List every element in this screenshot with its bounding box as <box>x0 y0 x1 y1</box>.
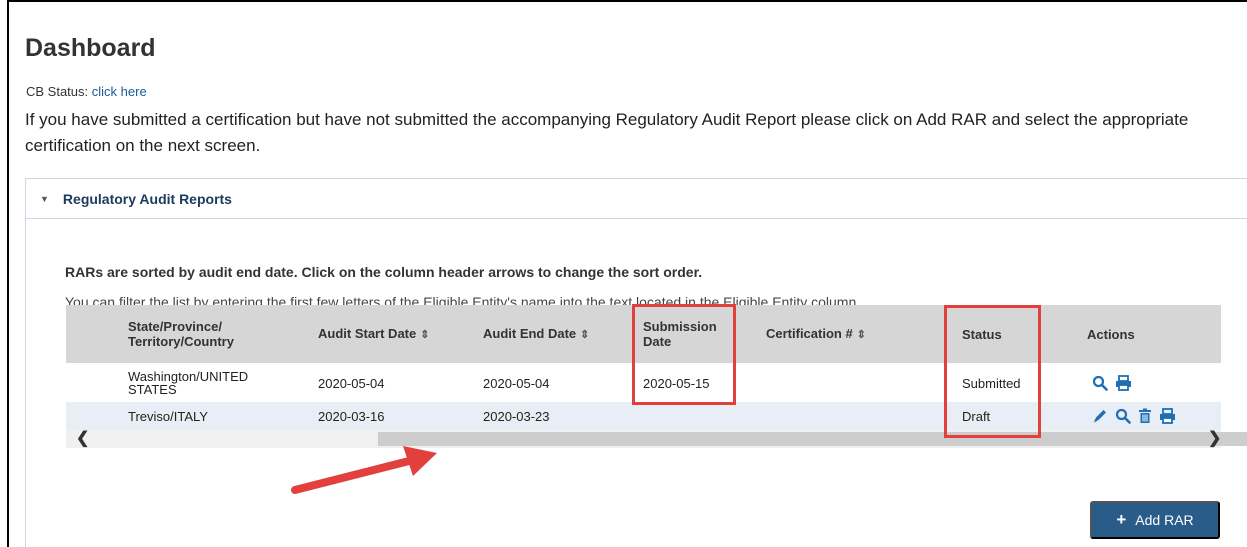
view-icon[interactable] <box>1092 375 1108 391</box>
plus-icon: + <box>1116 510 1127 529</box>
column-header-status[interactable]: Status <box>962 327 1002 342</box>
delete-icon[interactable] <box>1138 408 1152 424</box>
column-header-actions-label: Actions <box>1087 326 1135 342</box>
sort-icon[interactable]: ⇕ <box>420 329 429 341</box>
cell-audit-end: 2020-03-23 <box>483 409 550 424</box>
cb-status-label: CB Status: <box>26 84 89 99</box>
column-header-audit-end[interactable]: Audit End Date ⇕ <box>483 326 589 343</box>
column-header-audit-start[interactable]: Audit Start Date ⇕ <box>318 326 429 343</box>
regulatory-audit-reports-panel: ▼ Regulatory Audit Reports RARs are sort… <box>25 178 1247 547</box>
cell-status: Submitted <box>962 376 1021 391</box>
rar-table: State/Province/ Territory/Country Audit … <box>66 305 1247 448</box>
sort-icon[interactable]: ⇕ <box>580 329 589 341</box>
column-header-audit-end-label: Audit End Date <box>483 325 577 341</box>
column-header-submission-line2: Date <box>643 334 672 349</box>
scrollbar-thumb[interactable] <box>378 432 1247 446</box>
annotation-arrow-icon <box>291 446 437 494</box>
column-header-certification[interactable]: Certification # ⇕ <box>766 326 866 343</box>
column-header-location[interactable]: State/Province/ Territory/Country <box>128 319 234 349</box>
sort-icon[interactable]: ⇕ <box>857 329 866 341</box>
table-row: Washington/UNITED STATES 2020-05-04 2020… <box>66 363 1221 402</box>
cell-audit-start: 2020-03-16 <box>318 409 385 424</box>
cell-status: Draft <box>962 409 991 424</box>
cell-audit-end: 2020-05-04 <box>483 376 550 391</box>
column-header-certification-label: Certification # <box>766 325 853 341</box>
edit-icon[interactable] <box>1092 408 1108 424</box>
add-rar-button[interactable]: + Add RAR <box>1090 501 1220 539</box>
cell-submission-date: 2020-05-15 <box>643 376 710 391</box>
view-icon[interactable] <box>1115 408 1131 424</box>
column-header-status-label: Status <box>962 326 1002 342</box>
add-rar-label: Add RAR <box>1135 512 1194 528</box>
horizontal-scrollbar[interactable]: ❮ ❯ <box>66 430 1247 448</box>
cell-location: Treviso/ITALY <box>128 409 208 424</box>
scroll-left-icon[interactable]: ❮ <box>76 430 89 448</box>
print-icon[interactable] <box>1159 408 1176 424</box>
column-header-audit-start-label: Audit Start Date <box>318 325 417 341</box>
cb-status-link[interactable]: click here <box>92 84 147 99</box>
cell-location: Washington/UNITED STATES <box>128 370 248 396</box>
cell-audit-start: 2020-05-04 <box>318 376 385 391</box>
page-title: Dashboard <box>25 34 156 62</box>
panel-header[interactable]: ▼ Regulatory Audit Reports <box>26 179 1247 219</box>
column-header-submission-date[interactable]: Submission Date <box>643 319 717 349</box>
print-icon[interactable] <box>1115 375 1132 391</box>
column-header-submission-line1: Submission <box>643 319 717 334</box>
cell-location-line2: STATES <box>128 382 177 397</box>
table-header: State/Province/ Territory/Country Audit … <box>66 305 1221 363</box>
sort-note: RARs are sorted by audit end date. Click… <box>65 264 703 280</box>
cb-status: CB Status: click here <box>26 84 147 99</box>
scroll-right-icon[interactable]: ❯ <box>1208 430 1221 448</box>
collapse-caret-icon[interactable]: ▼ <box>40 194 49 204</box>
row-actions <box>1092 375 1132 391</box>
column-header-actions: Actions <box>1087 327 1135 342</box>
panel-title: Regulatory Audit Reports <box>62 190 232 207</box>
column-header-location-line2: Territory/Country <box>128 334 234 349</box>
column-header-location-line1: State/Province/ <box>128 319 222 334</box>
intro-text: If you have submitted a certification bu… <box>25 110 1189 155</box>
row-actions <box>1092 408 1176 424</box>
table-row: Treviso/ITALY 2020-03-16 2020-03-23 Draf… <box>66 402 1221 430</box>
